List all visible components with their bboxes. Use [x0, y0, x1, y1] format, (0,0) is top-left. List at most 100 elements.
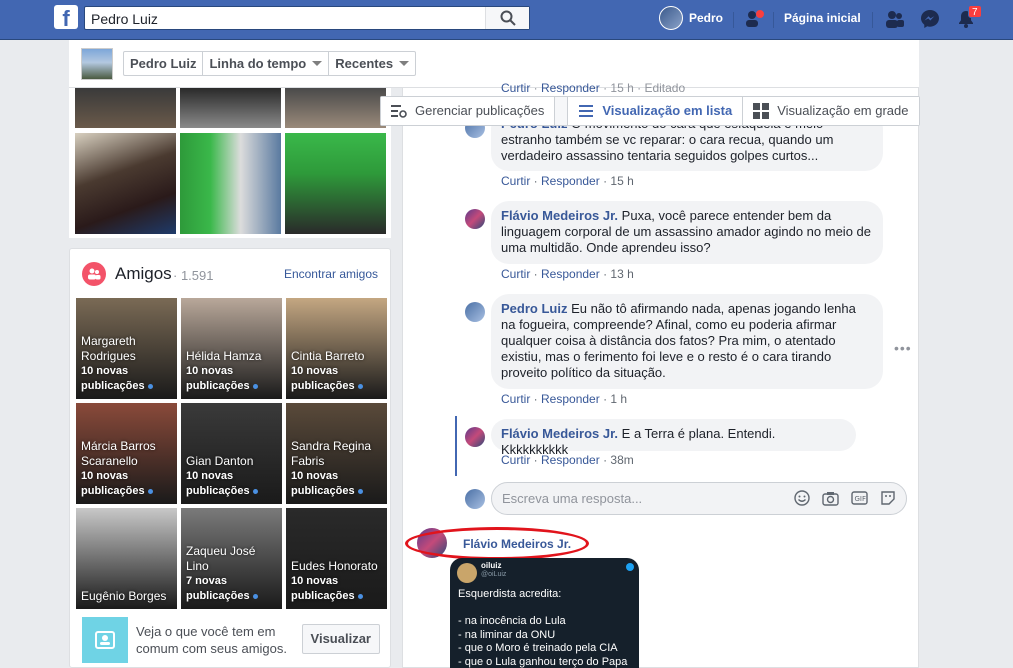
friend-tile[interactable]: Eudes Honorato 10 novas publicações: [286, 508, 387, 609]
like-link[interactable]: Curtir: [501, 81, 530, 95]
list-view-label: Visualização em lista: [602, 103, 733, 118]
find-friends-icon[interactable]: [743, 8, 765, 30]
photo[interactable]: [180, 88, 281, 128]
reply-link[interactable]: Responder: [541, 392, 600, 406]
avatar[interactable]: [465, 302, 485, 322]
grid-view-button[interactable]: Visualização em grade: [743, 97, 919, 125]
friend-name[interactable]: Zaqueu José Lino: [186, 544, 278, 574]
new-indicator-dot: [252, 488, 258, 494]
find-friends-link[interactable]: Encontrar amigos: [284, 267, 378, 281]
reply-link[interactable]: Responder: [541, 453, 600, 467]
chevron-down-icon: [399, 61, 410, 66]
comment-bubble: Flávio Medeiros Jr. Puxa, você parece en…: [491, 201, 883, 264]
like-link[interactable]: Curtir: [501, 267, 530, 281]
more-options-icon[interactable]: •••: [894, 340, 912, 356]
friend-name[interactable]: Eudes Honorato: [291, 559, 383, 574]
chevron-down-icon: [312, 61, 323, 66]
friend-tile[interactable]: Gian Danton 10 novas publicações: [181, 403, 282, 504]
friend-name[interactable]: Sandra Regina Fabris: [291, 439, 383, 469]
avatar: [659, 6, 683, 30]
friend-new-posts-text: 10 novas publicações: [186, 470, 250, 497]
friend-new-posts: 10 novas publicações: [291, 469, 383, 499]
profile-thumbnail[interactable]: [81, 48, 113, 80]
common-friends-prompt: Veja o que você tem em comum com seus am…: [82, 617, 380, 663]
friend-tile[interactable]: Margareth Rodrigues 10 novas publicações: [76, 298, 177, 399]
view-switch-toolbar: Gerenciar publicações Visualização em li…: [380, 96, 920, 126]
tweet-handle: @oiLuiz: [481, 571, 507, 578]
friend-tile-text: Gian Danton 10 novas publicações: [186, 454, 278, 499]
avatar[interactable]: [465, 209, 485, 229]
friend-tile[interactable]: Zaqueu José Lino 7 novas publicações: [181, 508, 282, 609]
camera-icon[interactable]: [822, 491, 839, 506]
search-button[interactable]: [485, 7, 529, 29]
messenger-icon[interactable]: [919, 8, 941, 30]
photo[interactable]: [180, 133, 281, 234]
like-link[interactable]: Curtir: [501, 174, 530, 188]
friend-new-posts-text: 7 novas publicações: [186, 575, 250, 602]
photo[interactable]: [285, 133, 386, 234]
avatar[interactable]: [465, 427, 485, 447]
list-view-button[interactable]: Visualização em lista: [567, 97, 744, 125]
friends-icon: [82, 262, 106, 286]
reply-link[interactable]: Responder: [541, 81, 600, 95]
comment-author[interactable]: Flávio Medeiros Jr.: [501, 208, 618, 223]
comment-actions: Curtir · Responder · 15 h · Editado: [501, 81, 686, 95]
new-indicator-dot: [357, 488, 363, 494]
sticker-icon[interactable]: [880, 490, 896, 506]
comment-time: 1 h: [610, 392, 628, 406]
search-box: [84, 6, 530, 30]
friend-new-posts-text: 10 novas publicações: [81, 470, 145, 497]
friend-name[interactable]: Gian Danton: [186, 454, 278, 469]
friend-tile-text: Márcia Barros Scaranello 10 novas publica…: [81, 439, 173, 499]
manage-posts-icon: [391, 105, 407, 118]
home-link[interactable]: Página inicial: [784, 11, 861, 25]
friend-name[interactable]: Cintia Barreto: [291, 349, 383, 364]
grid-icon: [753, 103, 770, 119]
friend-name[interactable]: Márcia Barros Scaranello: [81, 439, 173, 469]
friend-new-posts: 10 novas publicações: [81, 469, 173, 499]
profile-link[interactable]: Pedro: [659, 6, 723, 30]
friend-tile-text: Margareth Rodrigues 10 novas publicações: [81, 334, 173, 394]
gif-icon[interactable]: GIF: [851, 491, 868, 505]
like-link[interactable]: Curtir: [501, 392, 530, 406]
friend-tile[interactable]: Eugênio Borges: [76, 508, 177, 609]
emoji-icon[interactable]: [794, 490, 810, 506]
comment-bubble: Flávio Medeiros Jr. E a Terra é plana. E…: [491, 419, 856, 457]
notification-count-badge: 7: [968, 5, 982, 18]
friend-tile[interactable]: Cintia Barreto 10 novas publicações: [286, 298, 387, 399]
friend-new-posts: 7 novas publicações: [186, 574, 278, 604]
shared-tweet-image[interactable]: oiluiz @oiLuiz Esquerdista acredita: - n…: [450, 558, 639, 668]
friend-tile[interactable]: Sandra Regina Fabris 10 novas publicações: [286, 403, 387, 504]
friend-name[interactable]: Eugênio Borges: [81, 589, 173, 604]
friends-title[interactable]: Amigos: [115, 264, 172, 284]
view-button[interactable]: Visualizar: [301, 624, 380, 654]
manage-posts-label: Gerenciar publicações: [415, 103, 545, 118]
highlight-oval: [405, 527, 589, 560]
like-link[interactable]: Curtir: [501, 453, 530, 467]
tab-recent[interactable]: Recentes: [329, 52, 415, 75]
reply-link[interactable]: Responder: [541, 174, 600, 188]
friend-tile-text: Cintia Barreto 10 novas publicações: [291, 349, 383, 394]
photo[interactable]: [75, 88, 176, 128]
photo[interactable]: [75, 133, 176, 234]
tab-label: Recentes: [335, 56, 394, 71]
photo[interactable]: [285, 88, 386, 128]
comment-author[interactable]: Pedro Luiz: [501, 301, 567, 316]
friend-tile[interactable]: Márcia Barros Scaranello 10 novas publica…: [76, 403, 177, 504]
search-input[interactable]: [91, 10, 481, 28]
top-navigation-bar: f Pedro Página inicial 7: [0, 0, 1013, 40]
comment-author[interactable]: Flávio Medeiros Jr.: [501, 426, 618, 441]
friend-tile[interactable]: Hélida Hamza 10 novas publicações: [181, 298, 282, 399]
facebook-logo-icon[interactable]: f: [54, 5, 78, 29]
manage-posts-button[interactable]: Gerenciar publicações: [381, 97, 556, 125]
tab-profile-name[interactable]: Pedro Luiz: [124, 52, 204, 75]
new-indicator-dot: [252, 383, 258, 389]
reply-input[interactable]: Escreva uma resposta... GIF: [491, 482, 907, 515]
friend-name[interactable]: Hélida Hamza: [186, 349, 278, 364]
friend-name[interactable]: Margareth Rodrigues: [81, 334, 173, 364]
tab-timeline[interactable]: Linha do tempo: [203, 52, 330, 75]
reply-link[interactable]: Responder: [541, 267, 600, 281]
friend-requests-icon[interactable]: [884, 8, 906, 30]
friend-new-posts: 10 novas publicações: [81, 364, 173, 394]
tweet-avatar: [457, 563, 477, 583]
